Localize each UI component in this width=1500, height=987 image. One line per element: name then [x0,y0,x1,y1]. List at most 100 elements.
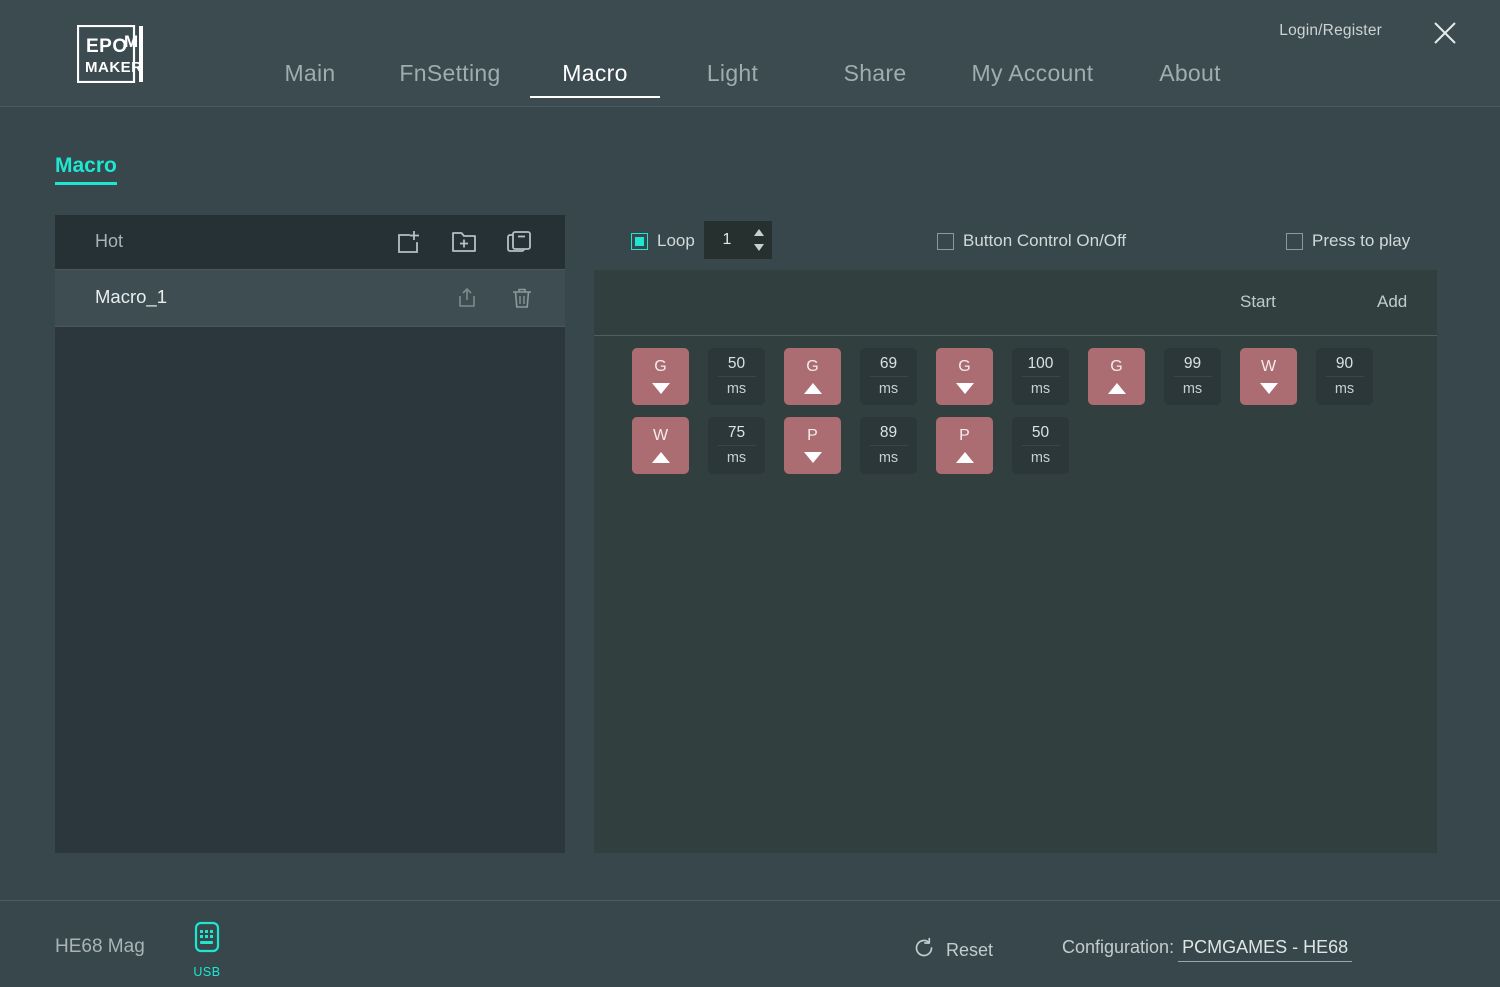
macro-delay-value: 69 [879,354,898,372]
macro-delay-value: 99 [1183,354,1202,372]
nav-item-main[interactable]: Main [250,60,370,96]
macro-list-panel: Hot Macro_1 [55,215,565,853]
export-icon[interactable] [455,286,479,310]
macro-sequence-row: G 50 ms G 69 ms G 100 ms G 99 ms W 90 ms [632,348,1437,405]
macro-delay-unit: ms [878,450,899,467]
macro-delay-unit: ms [1030,450,1051,467]
button-control-label: Button Control On/Off [963,231,1127,250]
macro-delay-chip[interactable]: 69 ms [860,348,917,405]
macro-key-chip-p-down[interactable]: P [784,417,841,474]
macro-key-label: P [807,427,818,444]
arrow-up-icon [803,383,822,394]
arrow-down-icon [803,452,822,463]
divider [1021,376,1060,378]
divider [717,376,756,378]
macro-delay-chip[interactable]: 90 ms [1316,348,1373,405]
macro-key-chip-g-up[interactable]: G [784,348,841,405]
nav-item-my-account[interactable]: My Account [945,60,1120,96]
macro-key-chip-g-down[interactable]: G [936,348,993,405]
title-bar: EPO M MAKER Main FnSetting Macro Light S… [0,0,1500,107]
loop-label: Loop [657,231,695,250]
macro-delay-unit: ms [1334,381,1355,398]
configuration-selector[interactable]: Configuration: PCMGAMES - HE68 [1062,937,1353,962]
macro-delay-value: 89 [879,423,898,441]
macro-sequence-rows: G 50 ms G 69 ms G 100 ms G 99 ms W 90 ms W 75 ms P 89 ms P 50 m… [632,348,1437,474]
nav-item-share[interactable]: Share [805,60,945,96]
nav-label: Main [284,60,336,86]
macro-delay-value: 50 [727,354,746,372]
macro-delay-unit: ms [726,450,747,467]
macro-list-header: Hot [55,215,565,270]
loop-stepper-arrows[interactable] [753,228,765,252]
nav-item-fnsetting[interactable]: FnSetting [370,60,530,96]
trash-icon[interactable] [510,286,534,310]
macro-toolbar: Start Add Clear Fix 1 ms Save [594,270,1437,336]
macro-delay-chip[interactable]: 75 ms [708,417,765,474]
loop-count-value: 1 [722,231,732,248]
macro-delay-unit: ms [726,381,747,398]
macro-list-item-macro-1[interactable]: Macro_1 [55,270,565,327]
connection-status[interactable]: USB [189,921,225,979]
nav-item-about[interactable]: About [1120,60,1260,96]
new-macro-file-icon[interactable] [395,228,423,256]
macro-sequence-row: W 75 ms P 89 ms P 50 ms [632,417,1437,474]
macro-key-label: G [958,358,971,375]
macro-delay-chip[interactable]: 100 ms [1012,348,1069,405]
macro-delay-value: 90 [1335,354,1354,372]
macro-delay-chip[interactable]: 50 ms [708,348,765,405]
loop-checkbox[interactable] [631,232,648,250]
macro-name-label: Macro_1 [95,286,167,307]
macro-editor-panel: Start Add Clear Fix 1 ms Save [594,270,1437,853]
svg-text:EPO: EPO [86,36,128,57]
loop-count-stepper[interactable]: 1 [704,221,772,259]
macro-delay-value: 100 [1027,354,1054,372]
app-window: EPO M MAKER Main FnSetting Macro Light S… [0,0,1500,987]
macro-delay-chip[interactable]: 89 ms [860,417,917,474]
nav-item-light[interactable]: Light [660,60,805,96]
close-icon[interactable] [1430,18,1460,48]
macro-delay-chip[interactable]: 99 ms [1164,348,1221,405]
keyboard-icon [194,921,220,953]
reset-button[interactable]: Reset [913,937,993,964]
arrow-down-icon [1259,383,1278,394]
nav-label: Light [706,60,759,86]
device-name-label: HE68 Mag [55,936,145,957]
connection-label: USB [193,965,221,979]
macro-delay-value: 50 [1031,423,1050,441]
arrow-up-icon [1107,383,1126,394]
macro-key-label: W [1260,358,1277,375]
nav-item-macro[interactable]: Macro [530,60,660,98]
macro-delay-unit: ms [878,381,899,398]
nav-label: FnSetting [399,60,501,86]
start-button[interactable]: Start [1240,292,1276,312]
configuration-label: Configuration: [1062,937,1175,957]
button-control-checkbox[interactable] [937,232,954,250]
status-bar: HE68 Mag USB Reset Configuration: PCMGAM… [0,900,1500,987]
macro-key-chip-g-up[interactable]: G [1088,348,1145,405]
svg-text:M: M [124,32,138,51]
nav-label: Share [843,60,907,86]
loop-option: Loop [631,231,695,251]
macro-key-chip-w-up[interactable]: W [632,417,689,474]
duplicate-macro-icon[interactable] [505,228,533,256]
macro-key-chip-g-down[interactable]: G [632,348,689,405]
arrow-up-icon [955,452,974,463]
add-button[interactable]: Add [1377,292,1407,312]
macro-key-chip-p-up[interactable]: P [936,417,993,474]
arrow-down-icon [955,383,974,394]
macro-key-chip-w-down[interactable]: W [1240,348,1297,405]
page-title[interactable]: Macro [55,154,117,185]
macro-sequence-area[interactable]: G 50 ms G 69 ms G 100 ms G 99 ms W 90 ms W 75 ms P 89 ms P 50 m… [594,336,1437,853]
new-macro-folder-icon[interactable] [450,228,478,256]
macro-delay-chip[interactable]: 50 ms [1012,417,1069,474]
login-register-link[interactable]: Login/Register [1279,22,1382,40]
divider [869,445,908,447]
macro-key-label: G [806,358,819,375]
divider [1021,445,1060,447]
arrow-up-icon [651,452,670,463]
configuration-value[interactable]: PCMGAMES - HE68 [1178,937,1353,962]
press-to-play-checkbox[interactable] [1286,232,1303,250]
nav-label: About [1159,60,1221,86]
svg-text:MAKER: MAKER [85,59,143,76]
nav-label: My Account [971,60,1094,86]
